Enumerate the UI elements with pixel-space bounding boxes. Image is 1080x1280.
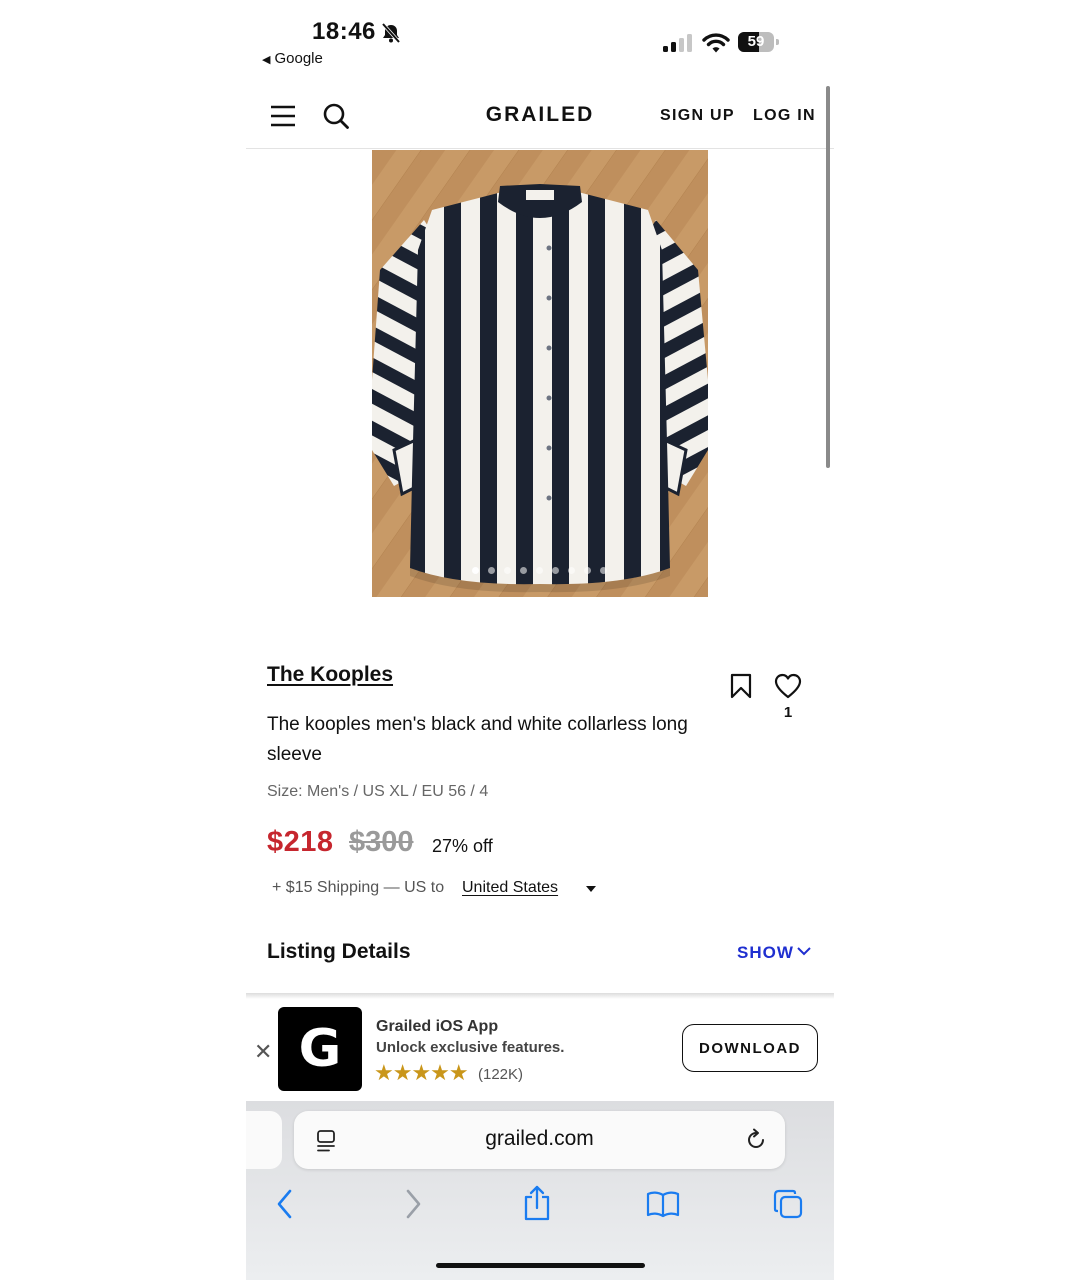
cellular-signal-icon — [663, 34, 692, 52]
gallery-dot[interactable] — [552, 567, 559, 574]
gallery-dot[interactable] — [584, 567, 591, 574]
rating-stars: ★★★★★ — [374, 1060, 469, 1085]
safari-toolbar: grailed.com — [246, 1101, 834, 1280]
download-button[interactable]: DOWNLOAD — [682, 1024, 818, 1072]
back-icon[interactable] — [274, 1188, 296, 1220]
discount-label: 27% off — [432, 836, 493, 856]
battery-indicator: 59 — [738, 32, 779, 52]
app-name: Grailed iOS App — [376, 1018, 499, 1035]
bell-slash-icon — [381, 22, 401, 44]
original-price: $300 — [349, 826, 414, 858]
app-tagline: Unlock exclusive features. — [376, 1039, 565, 1056]
gallery-dot[interactable] — [568, 567, 575, 574]
current-price: $218 — [267, 826, 334, 858]
country-select[interactable]: United States — [462, 879, 558, 897]
log-in-link[interactable]: LOG IN — [753, 107, 816, 125]
grailed-logo[interactable]: GRAILED — [246, 103, 834, 127]
review-count: (122K) — [478, 1066, 524, 1083]
home-indicator[interactable] — [436, 1263, 645, 1268]
tabs-icon[interactable] — [772, 1188, 804, 1220]
gallery-dot[interactable] — [504, 567, 511, 574]
page-scrollbar[interactable] — [826, 86, 830, 468]
back-app-label: Google — [274, 50, 323, 67]
gallery-dot[interactable] — [600, 567, 607, 574]
battery-percent: 59 — [747, 33, 765, 50]
bookmark-icon[interactable] — [730, 673, 752, 699]
forward-icon[interactable] — [402, 1188, 424, 1220]
favorite-count: 1 — [783, 704, 793, 721]
gallery-dot[interactable] — [472, 567, 479, 574]
status-time: 18:46 — [312, 18, 376, 45]
gallery-dot[interactable] — [488, 567, 495, 574]
url-text[interactable]: grailed.com — [294, 1127, 785, 1151]
back-triangle-icon: ◀ — [262, 54, 271, 66]
previous-tab-peek[interactable] — [246, 1111, 282, 1169]
address-bar[interactable]: grailed.com — [294, 1111, 785, 1169]
show-details-toggle[interactable]: SHOW — [737, 943, 794, 963]
sign-up-link[interactable]: SIGN UP — [660, 107, 735, 125]
close-banner-icon[interactable]: ✕ — [254, 1039, 272, 1065]
share-icon[interactable] — [522, 1184, 552, 1222]
product-title: The kooples men's black and white collar… — [267, 714, 688, 765]
wifi-icon — [702, 33, 730, 53]
product-size: Size: Men's / US XL / EU 56 / 4 — [267, 783, 489, 800]
listing-details-heading: Listing Details — [267, 940, 411, 963]
phone-screen: 18:46 ◀ Google 59 GRAILED SIGN UP LOG IN… — [246, 0, 834, 1280]
app-icon[interactable]: G — [278, 1007, 362, 1091]
gallery-pagination[interactable] — [472, 567, 612, 575]
gallery-dot[interactable] — [536, 567, 543, 574]
product-photo[interactable] — [372, 150, 708, 597]
site-header: GRAILED SIGN UP LOG IN — [246, 84, 834, 149]
chevron-down-icon[interactable] — [797, 946, 811, 956]
shipping-info: + $15 Shipping — US to — [272, 879, 445, 896]
caret-down-icon[interactable] — [586, 886, 596, 892]
bookmarks-icon[interactable] — [646, 1190, 680, 1218]
reload-icon[interactable] — [744, 1128, 768, 1152]
gallery-dot[interactable] — [520, 567, 527, 574]
back-to-app[interactable]: ◀ Google — [262, 50, 323, 67]
brand-link[interactable]: The Kooples — [267, 663, 393, 687]
heart-icon[interactable] — [774, 673, 802, 699]
app-install-banner: ✕ G Grailed iOS App Unlock exclusive fea… — [246, 999, 834, 1101]
